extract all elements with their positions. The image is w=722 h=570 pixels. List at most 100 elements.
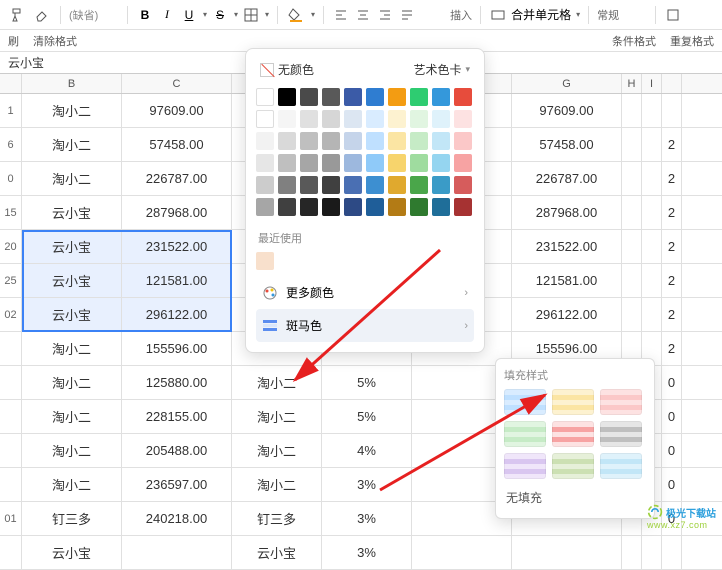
cell[interactable] — [642, 264, 662, 297]
color-swatch[interactable] — [344, 88, 362, 106]
color-swatch[interactable] — [410, 198, 428, 216]
color-swatch[interactable] — [256, 132, 274, 150]
color-swatch[interactable] — [278, 110, 296, 128]
fill-color-button[interactable] — [286, 4, 306, 26]
recent-color-swatch[interactable] — [256, 252, 274, 270]
color-swatch[interactable] — [278, 176, 296, 194]
align-left-icon[interactable] — [332, 4, 350, 26]
cell[interactable]: 15 — [0, 196, 22, 229]
color-swatch[interactable] — [410, 132, 428, 150]
cell[interactable]: 云小宝 — [22, 536, 122, 569]
no-fill-item[interactable]: 无填充 — [504, 485, 646, 510]
color-swatch[interactable] — [300, 88, 318, 106]
top-label-3[interactable]: 常规 — [597, 7, 647, 23]
color-swatch[interactable] — [454, 154, 472, 172]
cell[interactable]: 231522.00 — [512, 230, 622, 263]
color-swatch[interactable] — [278, 154, 296, 172]
cell[interactable] — [622, 230, 642, 263]
color-swatch[interactable] — [454, 88, 472, 106]
color-swatch[interactable] — [322, 88, 340, 106]
cell[interactable]: 125880.00 — [122, 366, 232, 399]
color-swatch[interactable] — [432, 132, 450, 150]
color-swatch[interactable] — [366, 110, 384, 128]
cell[interactable]: 0 — [662, 434, 682, 467]
color-swatch[interactable] — [432, 176, 450, 194]
cell[interactable]: 4% — [322, 434, 412, 467]
cell[interactable]: 287968.00 — [512, 196, 622, 229]
cell[interactable]: 205488.00 — [122, 434, 232, 467]
color-swatch[interactable] — [300, 176, 318, 194]
col-h[interactable]: H — [622, 74, 642, 93]
color-swatch[interactable] — [344, 132, 362, 150]
cell[interactable]: 淘小二 — [232, 366, 322, 399]
cell[interactable]: 2 — [662, 162, 682, 195]
merge-cells-button[interactable]: 合并单元格 — [511, 6, 571, 23]
cell[interactable]: 淘小二 — [22, 434, 122, 467]
color-swatch[interactable] — [454, 110, 472, 128]
cell[interactable]: 2 — [662, 128, 682, 161]
strike-button[interactable]: S — [211, 4, 229, 26]
cell[interactable] — [0, 434, 22, 467]
col-i[interactable]: I — [642, 74, 662, 93]
color-swatch[interactable] — [300, 198, 318, 216]
cond-format-label[interactable]: 条件格式 — [612, 33, 656, 49]
align-center-icon[interactable] — [354, 4, 372, 26]
italic-button[interactable]: I — [158, 4, 176, 26]
cond-fmt-icon[interactable] — [664, 4, 682, 26]
color-swatch[interactable] — [344, 198, 362, 216]
color-swatch[interactable] — [256, 110, 274, 128]
col-g[interactable]: G — [512, 74, 622, 93]
table-row[interactable]: 云小宝云小宝3% — [0, 536, 722, 570]
cell[interactable]: 2 — [662, 298, 682, 331]
cell[interactable] — [642, 94, 662, 127]
cell[interactable] — [662, 536, 682, 569]
cell[interactable]: 3% — [322, 536, 412, 569]
cell[interactable]: 淘小二 — [22, 468, 122, 501]
cell[interactable]: 231522.00 — [122, 230, 232, 263]
cell[interactable]: 97609.00 — [122, 94, 232, 127]
col-b[interactable]: B — [22, 74, 122, 93]
cell[interactable]: 121581.00 — [122, 264, 232, 297]
cell[interactable] — [512, 536, 622, 569]
color-swatch[interactable] — [256, 154, 274, 172]
bold-button[interactable]: B — [136, 4, 154, 26]
cell[interactable]: 236597.00 — [122, 468, 232, 501]
cell[interactable]: 0 — [662, 400, 682, 433]
cell[interactable]: 226787.00 — [512, 162, 622, 195]
color-swatch[interactable] — [366, 198, 384, 216]
art-card-tab[interactable]: 艺术色卡 ▾ — [413, 61, 470, 78]
cell[interactable]: 钉三多 — [232, 502, 322, 535]
cell[interactable]: 155596.00 — [122, 332, 232, 365]
cell[interactable]: 淘小二 — [22, 366, 122, 399]
color-swatch[interactable] — [410, 176, 428, 194]
cell[interactable] — [622, 264, 642, 297]
align-right-icon[interactable] — [376, 4, 394, 26]
color-swatch[interactable] — [344, 176, 362, 194]
color-swatch[interactable] — [322, 132, 340, 150]
color-swatch[interactable] — [432, 198, 450, 216]
merge-icon[interactable] — [489, 4, 507, 26]
cell[interactable]: 57458.00 — [122, 128, 232, 161]
cell[interactable]: 3% — [322, 502, 412, 535]
cell[interactable]: 云小宝 — [232, 536, 322, 569]
color-swatch[interactable] — [388, 132, 406, 150]
cell[interactable]: 57458.00 — [512, 128, 622, 161]
cell[interactable]: 296122.00 — [122, 298, 232, 331]
color-swatch[interactable] — [410, 88, 428, 106]
underline-button[interactable]: U — [180, 4, 198, 26]
cell[interactable]: 钉三多 — [22, 502, 122, 535]
color-swatch[interactable] — [388, 198, 406, 216]
cell[interactable]: 1 — [0, 94, 22, 127]
cell[interactable]: 5% — [322, 400, 412, 433]
cell[interactable]: 287968.00 — [122, 196, 232, 229]
cell[interactable] — [642, 298, 662, 331]
cell[interactable]: 云小宝 — [22, 264, 122, 297]
cell[interactable]: 240218.00 — [122, 502, 232, 535]
fill-style-swatch[interactable] — [504, 421, 546, 447]
wrap-text-icon[interactable] — [398, 4, 416, 26]
cell[interactable]: 云小宝 — [22, 196, 122, 229]
cell[interactable]: 2 — [662, 196, 682, 229]
cell[interactable]: 226787.00 — [122, 162, 232, 195]
cell[interactable]: 228155.00 — [122, 400, 232, 433]
color-swatch[interactable] — [344, 110, 362, 128]
